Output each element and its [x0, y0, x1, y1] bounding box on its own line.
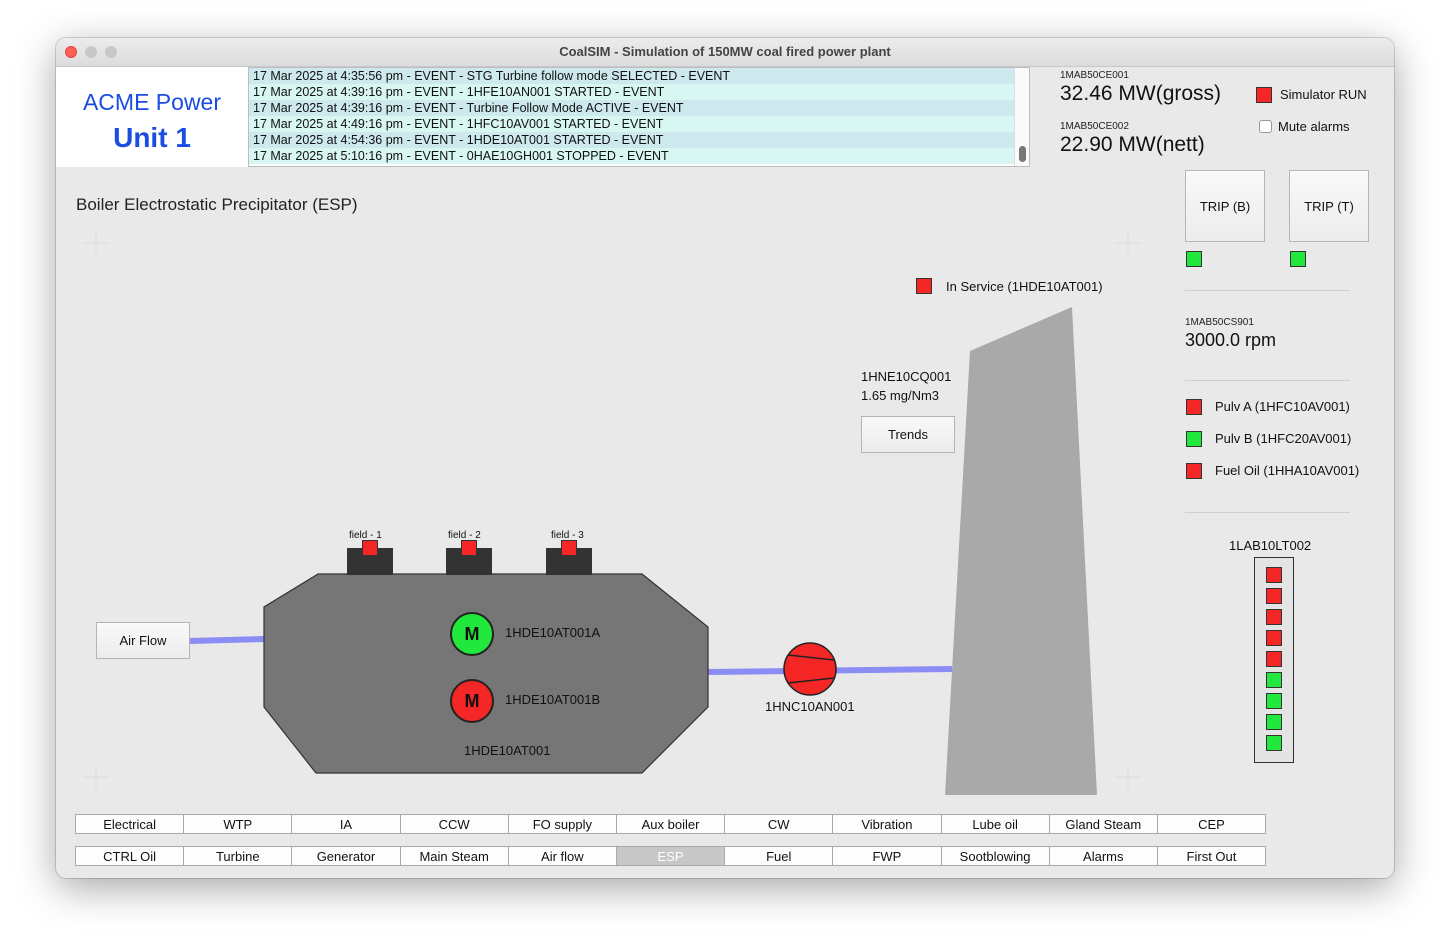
nav-row-1: Electrical WTP IA CCW FO supply Aux boiler CW V…: [75, 814, 1267, 834]
divider: [1185, 512, 1350, 513]
in-service-indicator[interactable]: [916, 278, 932, 294]
in-service-label: In Service (1HDE10AT001): [946, 279, 1103, 294]
motor-a-icon[interactable]: M: [450, 612, 494, 656]
level-segment: [1266, 567, 1282, 583]
nav-button-aux-boiler[interactable]: Aux boiler: [615, 814, 726, 834]
divider: [1185, 290, 1350, 291]
nav-button-ia[interactable]: IA: [291, 814, 401, 834]
main-content: ACME Power Unit 1 17 Mar 2025 at 4:35:56…: [56, 67, 1394, 878]
level-segment: [1266, 630, 1282, 646]
nav-button-generator[interactable]: Generator: [291, 846, 401, 866]
air-flow-button[interactable]: Air Flow: [96, 622, 190, 659]
chimney-stack: [945, 307, 1097, 795]
motor-b-tag: 1HDE10AT001B: [505, 692, 601, 707]
nav-button-sootblowing[interactable]: Sootblowing: [940, 846, 1050, 866]
nav-row-2: CTRL Oil Turbine Generator Main Steam Air fl…: [75, 846, 1267, 866]
nav-button-ccw[interactable]: CCW: [399, 814, 509, 834]
pulv-b-indicator[interactable]: [1186, 431, 1202, 447]
nav-button-fwp[interactable]: FWP: [832, 846, 942, 866]
nav-button-main-steam[interactable]: Main Steam: [399, 846, 509, 866]
esp-tag: 1HDE10AT001: [464, 743, 551, 758]
pulv-a-label: Pulv A (1HFC10AV001): [1215, 399, 1350, 414]
field-1-indicator[interactable]: [362, 540, 378, 556]
fuel-oil-indicator[interactable]: [1186, 463, 1202, 479]
nav-button-fuel[interactable]: Fuel: [724, 846, 834, 866]
nav-button-lube-oil[interactable]: Lube oil: [940, 814, 1050, 834]
window-title: CoalSIM - Simulation of 150MW coal fired…: [559, 44, 891, 59]
inlet-flow-line: [189, 636, 265, 644]
level-segment: [1266, 735, 1282, 751]
speed-value: 3000.0 rpm: [1185, 330, 1277, 350]
pulv-a-indicator[interactable]: [1186, 399, 1202, 415]
level-segment: [1266, 672, 1282, 688]
emission-value: 1.65 mg/Nm3: [861, 388, 940, 403]
nav-button-esp[interactable]: ESP: [615, 846, 726, 866]
divider: [1185, 380, 1350, 381]
trip-boiler-indicator: [1186, 251, 1202, 267]
esp-diagram: [84, 231, 1140, 795]
level-segment: [1266, 693, 1282, 709]
nav-button-cep[interactable]: CEP: [1156, 814, 1267, 834]
trip-turbine-indicator: [1290, 251, 1306, 267]
nav-button-ctrl-oil[interactable]: CTRL Oil: [75, 846, 185, 866]
level-gauge: [1254, 557, 1294, 763]
nav-button-fo-supply[interactable]: FO supply: [507, 814, 617, 834]
id-fan-icon[interactable]: [783, 642, 837, 696]
field-2-indicator[interactable]: [461, 540, 477, 556]
emission-tag: 1HNE10CQ001: [861, 369, 952, 384]
trip-boiler-button[interactable]: TRIP (B): [1185, 170, 1265, 242]
app-window: CoalSIM - Simulation of 150MW coal fired…: [56, 38, 1394, 878]
title-bar: CoalSIM - Simulation of 150MW coal fired…: [56, 38, 1394, 67]
level-segment: [1266, 651, 1282, 667]
trends-button[interactable]: Trends: [861, 416, 955, 453]
simulator-run-indicator[interactable]: [1256, 87, 1272, 103]
field-3-indicator[interactable]: [561, 540, 577, 556]
mute-alarms-checkbox[interactable]: [1259, 120, 1272, 133]
nav-button-electrical[interactable]: Electrical: [75, 814, 185, 834]
nav-button-vibration[interactable]: Vibration: [832, 814, 942, 834]
nav-button-turbine[interactable]: Turbine: [183, 846, 293, 866]
speed-tag: 1MAB50CS901: [1185, 317, 1254, 328]
nav-button-alarms[interactable]: Alarms: [1048, 846, 1158, 866]
nav-button-wtp[interactable]: WTP: [183, 814, 293, 834]
level-segment: [1266, 609, 1282, 625]
trip-turbine-button[interactable]: TRIP (T): [1289, 170, 1369, 242]
level-tag: 1LAB10LT002: [1229, 538, 1312, 553]
mute-alarms-label: Mute alarms: [1278, 119, 1350, 134]
nav-button-cw[interactable]: CW: [724, 814, 834, 834]
motor-b-icon[interactable]: M: [450, 679, 494, 723]
simulator-run-label: Simulator RUN: [1280, 87, 1367, 102]
nav-button-first-out[interactable]: First Out: [1156, 846, 1267, 866]
nav-button-gland-steam[interactable]: Gland Steam: [1048, 814, 1158, 834]
pulv-b-label: Pulv B (1HFC20AV001): [1215, 431, 1352, 446]
fuel-oil-label: Fuel Oil (1HHA10AV001): [1215, 463, 1360, 478]
motor-a-tag: 1HDE10AT001A: [505, 625, 601, 640]
level-segment: [1266, 714, 1282, 730]
level-segment: [1266, 588, 1282, 604]
fan-tag: 1HNC10AN001: [765, 699, 855, 714]
nav-button-air-flow[interactable]: Air flow: [507, 846, 617, 866]
